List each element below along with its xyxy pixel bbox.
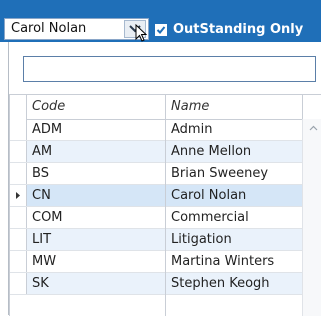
row-code: COM — [32, 210, 63, 225]
outstanding-only-toggle[interactable]: OutStanding Only — [155, 22, 303, 37]
table-row[interactable]: SK Stephen Keogh — [10, 273, 302, 295]
table-row-selected[interactable]: CN Carol Nolan — [10, 185, 302, 207]
row-code: ADM — [32, 122, 63, 137]
row-indicator — [10, 185, 27, 206]
row-indicator — [10, 163, 27, 184]
code-grid: Code Name ADM Admin AM Anne Mellon BS Br… — [9, 94, 321, 316]
check-icon — [156, 25, 166, 34]
search-input[interactable] — [23, 56, 316, 82]
row-code: MW — [32, 254, 57, 269]
row-code: SK — [32, 276, 49, 291]
row-code: BS — [32, 166, 49, 181]
row-name: Admin — [171, 122, 213, 137]
row-indicator — [10, 229, 27, 250]
row-name: Stephen Keogh — [171, 276, 270, 291]
vertical-scrollbar[interactable] — [302, 119, 321, 316]
table-row[interactable]: LIT Litigation — [10, 229, 302, 251]
column-divider — [165, 95, 166, 316]
row-code: AM — [32, 144, 53, 159]
current-row-arrow-icon — [16, 192, 20, 199]
row-name: Litigation — [171, 232, 232, 247]
row-indicator — [10, 251, 27, 272]
toolbar: Carol Nolan OutStanding Only — [0, 0, 321, 42]
table-row[interactable]: COM Commercial — [10, 207, 302, 229]
scroll-up-arrow-icon — [309, 125, 318, 131]
table-row[interactable]: BS Brian Sweeney — [10, 163, 302, 185]
row-indicator — [10, 119, 27, 140]
row-indicator — [10, 273, 27, 294]
row-name: Brian Sweeney — [171, 166, 269, 181]
row-name: Commercial — [171, 210, 249, 225]
outstanding-only-label: OutStanding Only — [173, 22, 304, 37]
mouse-cursor-icon — [135, 24, 147, 42]
row-name: Anne Mellon — [171, 144, 252, 159]
dropdown-panel: Code Name ADM Admin AM Anne Mellon BS Br… — [8, 42, 321, 316]
column-header-name[interactable]: Name — [171, 95, 296, 119]
row-code: CN — [32, 188, 51, 203]
column-header-code[interactable]: Code — [32, 95, 162, 119]
table-row[interactable]: ADM Admin — [10, 119, 302, 141]
outstanding-only-checkbox[interactable] — [155, 23, 167, 36]
row-name: Martina Winters — [171, 254, 275, 269]
header-indicator-cell — [10, 95, 27, 119]
row-name: Carol Nolan — [171, 188, 247, 203]
table-row[interactable]: AM Anne Mellon — [10, 141, 302, 163]
row-indicator — [10, 141, 27, 162]
user-select-value: Carol Nolan — [11, 21, 87, 36]
table-row[interactable]: MW Martina Winters — [10, 251, 302, 273]
grid-header: Code Name — [10, 95, 302, 120]
user-select[interactable]: Carol Nolan — [4, 18, 149, 40]
row-indicator — [10, 207, 27, 228]
row-code: LIT — [32, 232, 52, 247]
